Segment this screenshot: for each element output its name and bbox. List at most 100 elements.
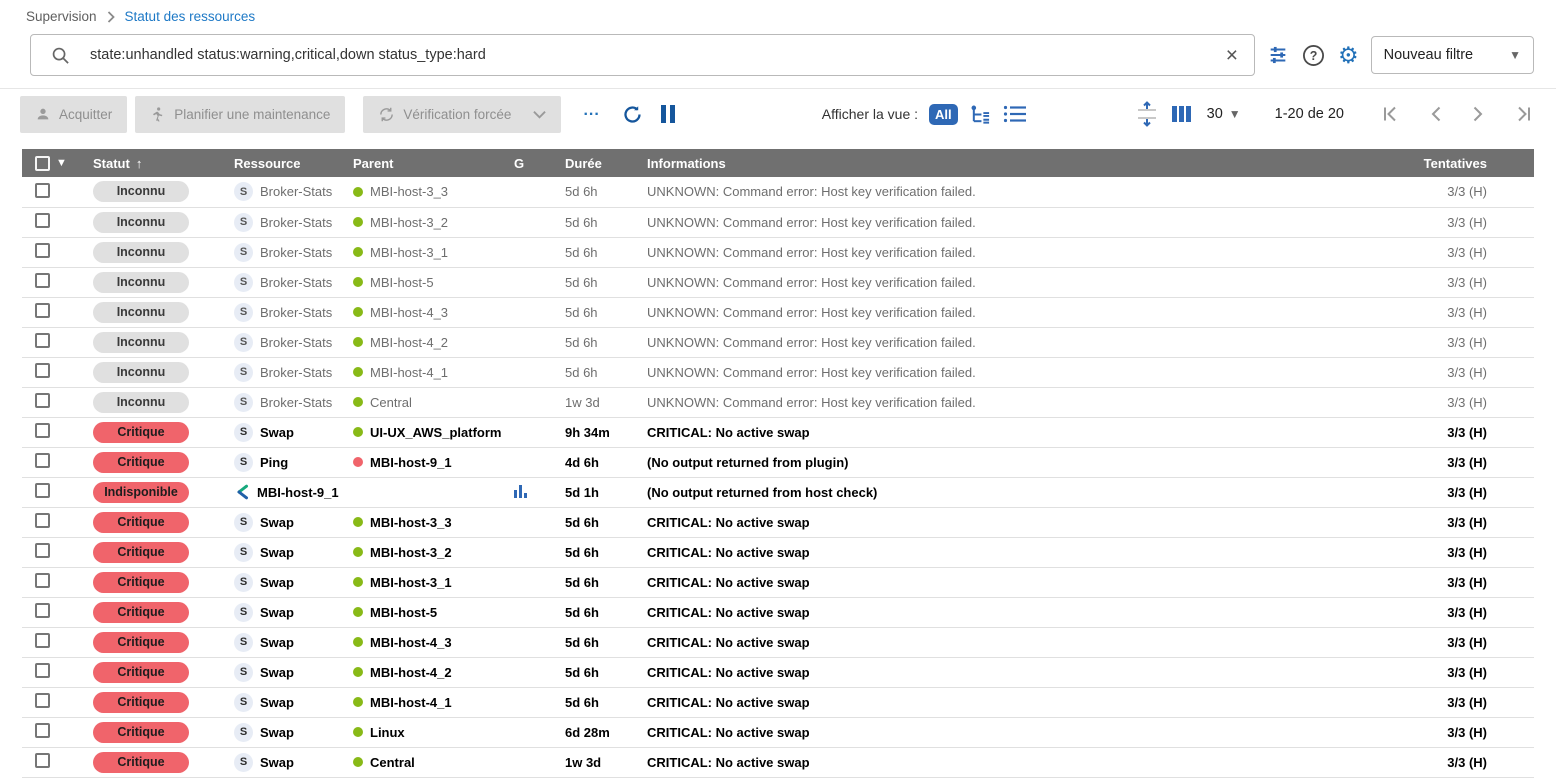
row-density-icon[interactable] [1136, 101, 1158, 127]
row-checkbox[interactable] [35, 573, 50, 588]
resource-row[interactable]: IndisponibleMBI-host-9_15d 1h(No output … [22, 477, 1534, 507]
list-view-icon[interactable] [1003, 104, 1027, 124]
refresh-icon[interactable] [622, 104, 643, 125]
header-duration[interactable]: Durée [565, 149, 647, 177]
parent-name: MBI-host-4_1 [370, 365, 448, 380]
tries-value: 3/3 (H) [1414, 507, 1534, 537]
tries-value: 3/3 (H) [1414, 357, 1534, 387]
search-input[interactable] [90, 47, 1222, 63]
row-checkbox[interactable] [35, 273, 50, 288]
resource-row[interactable]: InconnuSBroker-StatsMBI-host-3_35d 6hUNK… [22, 177, 1534, 207]
resource-row[interactable]: CritiqueSSwapCentral1w 3dCRITICAL: No ac… [22, 747, 1534, 777]
breadcrumb-supervision[interactable]: Supervision [26, 9, 97, 24]
row-checkbox[interactable] [35, 183, 50, 198]
resource-row[interactable]: CritiqueSSwapMBI-host-3_15d 6hCRITICAL: … [22, 567, 1534, 597]
information-text: UNKNOWN: Command error: Host key verific… [647, 387, 1414, 417]
resource-row[interactable]: InconnuSBroker-StatsMBI-host-3_15d 6hUNK… [22, 237, 1534, 267]
resource-row[interactable]: CritiqueSSwapMBI-host-4_35d 6hCRITICAL: … [22, 627, 1534, 657]
resource-row[interactable]: CritiqueSSwapMBI-host-3_25d 6hCRITICAL: … [22, 537, 1534, 567]
header-tries[interactable]: Tentatives [1414, 149, 1534, 177]
tune-filters-icon[interactable] [1267, 44, 1289, 66]
pause-icon[interactable] [661, 105, 675, 123]
resource-name: Swap [260, 425, 294, 440]
search-box[interactable]: × [30, 34, 1255, 76]
row-checkbox[interactable] [35, 663, 50, 678]
row-checkbox[interactable] [35, 423, 50, 438]
first-page-button[interactable] [1368, 106, 1415, 122]
status-badge: Critique [93, 452, 189, 473]
resource-row[interactable]: InconnuSBroker-StatsMBI-host-4_35d 6hUNK… [22, 297, 1534, 327]
clear-search-icon[interactable]: × [1222, 45, 1242, 66]
service-icon: S [234, 423, 253, 442]
row-checkbox[interactable] [35, 543, 50, 558]
resource-row[interactable]: InconnuSBroker-StatsMBI-host-55d 6hUNKNO… [22, 267, 1534, 297]
header-parent[interactable]: Parent [353, 149, 514, 177]
row-checkbox[interactable] [35, 693, 50, 708]
resource-row[interactable]: CritiqueSSwapMBI-host-55d 6hCRITICAL: No… [22, 597, 1534, 627]
header-information[interactable]: Informations [647, 149, 1414, 177]
tries-value: 3/3 (H) [1414, 297, 1534, 327]
row-checkbox[interactable] [35, 243, 50, 258]
information-text: CRITICAL: No active swap [647, 717, 1414, 747]
tries-value: 3/3 (H) [1414, 477, 1534, 507]
select-all-checkbox[interactable] [35, 156, 50, 171]
row-checkbox[interactable] [35, 633, 50, 648]
set-downtime-button[interactable]: Planifier une maintenance [135, 96, 345, 133]
resource-row[interactable]: CritiqueSPingMBI-host-9_14d 6h(No output… [22, 447, 1534, 477]
row-checkbox[interactable] [35, 723, 50, 738]
last-page-button[interactable] [1499, 106, 1534, 122]
header-resource[interactable]: Ressource [234, 149, 353, 177]
row-checkbox[interactable] [35, 213, 50, 228]
breadcrumb-resource-status[interactable]: Statut des ressources [125, 9, 256, 24]
forced-check-button[interactable]: Vérification forcée [363, 96, 561, 133]
edit-columns-icon[interactable] [1172, 106, 1191, 122]
more-actions-button[interactable]: ... [583, 102, 599, 120]
resource-row[interactable]: InconnuSBroker-StatsMBI-host-4_25d 6hUNK… [22, 327, 1534, 357]
parent-name: MBI-host-3_3 [370, 184, 448, 199]
row-checkbox[interactable] [35, 453, 50, 468]
parent-status-dot [353, 367, 363, 377]
row-checkbox[interactable] [35, 363, 50, 378]
help-icon[interactable]: ? [1302, 44, 1325, 67]
resource-row[interactable]: InconnuSBroker-StatsMBI-host-4_15d 6hUNK… [22, 357, 1534, 387]
settings-gear-icon[interactable]: ⚙ [1338, 44, 1359, 67]
previous-page-button[interactable] [1415, 106, 1457, 122]
status-badge: Inconnu [93, 302, 189, 323]
row-checkbox[interactable] [35, 513, 50, 528]
information-text: CRITICAL: No active swap [647, 507, 1414, 537]
sort-asc-icon: ↑ [136, 156, 143, 171]
acknowledge-button[interactable]: Acquitter [20, 96, 127, 133]
status-badge: Critique [93, 422, 189, 443]
parent-name: MBI-host-3_2 [370, 545, 452, 560]
select-all-caret-icon[interactable]: ▼ [56, 157, 67, 169]
page-size-select[interactable]: 30 ▼ [1207, 106, 1241, 122]
row-checkbox[interactable] [35, 483, 50, 498]
saved-filter-select[interactable]: Nouveau filtre ▼ [1371, 36, 1534, 74]
resource-row[interactable]: CritiqueSSwapMBI-host-3_35d 6hCRITICAL: … [22, 507, 1534, 537]
status-badge: Critique [93, 572, 189, 593]
row-checkbox[interactable] [35, 393, 50, 408]
header-status[interactable]: Statut↑ [86, 149, 234, 177]
resource-name: Broker-Stats [260, 245, 332, 260]
resource-row[interactable]: CritiqueSSwapUI-UX_AWS_platform9h 34mCRI… [22, 417, 1534, 447]
next-page-button[interactable] [1457, 106, 1499, 122]
row-checkbox[interactable] [35, 753, 50, 768]
resource-row[interactable]: CritiqueSSwapMBI-host-4_25d 6hCRITICAL: … [22, 657, 1534, 687]
graph-icon[interactable] [514, 484, 527, 498]
service-icon: S [234, 363, 253, 382]
view-all-button[interactable]: All [929, 104, 958, 125]
resource-row[interactable]: CritiqueSSwapLinux6d 28mCRITICAL: No act… [22, 717, 1534, 747]
row-checkbox[interactable] [35, 603, 50, 618]
resource-row[interactable]: InconnuSBroker-StatsCentral1w 3dUNKNOWN:… [22, 387, 1534, 417]
row-checkbox[interactable] [35, 333, 50, 348]
parent-name: MBI-host-3_3 [370, 515, 452, 530]
resource-row[interactable]: CritiqueSSwapMBI-host-4_15d 6hCRITICAL: … [22, 687, 1534, 717]
resource-row[interactable]: InconnuSBroker-StatsMBI-host-3_25d 6hUNK… [22, 207, 1534, 237]
information-text: (No output returned from plugin) [647, 447, 1414, 477]
tries-value: 3/3 (H) [1414, 567, 1534, 597]
header-graph[interactable]: G [514, 149, 565, 177]
row-checkbox[interactable] [35, 303, 50, 318]
chevron-down-icon[interactable] [533, 110, 546, 119]
tree-view-icon[interactable] [969, 104, 992, 125]
tries-value: 3/3 (H) [1414, 657, 1534, 687]
